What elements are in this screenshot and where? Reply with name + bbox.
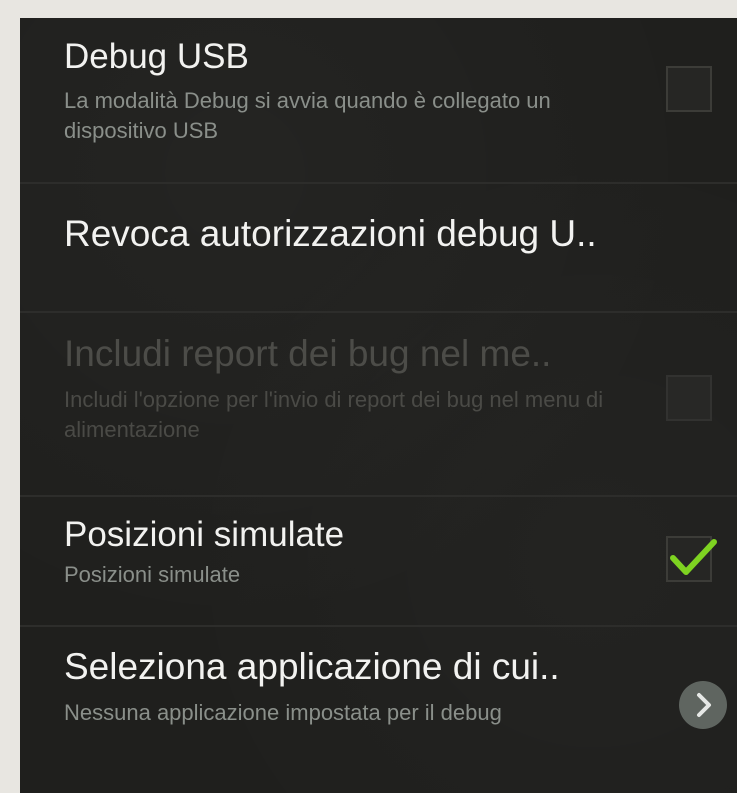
divider [20, 182, 737, 184]
debug-usb-checkbox[interactable] [666, 66, 712, 112]
chevron-right-icon [697, 693, 711, 717]
setting-summary: Nessuna applicazione impostata per il de… [64, 700, 502, 725]
setting-bug-report-in-power-menu: Includi report dei bug nel me.. Includi … [20, 333, 737, 445]
select-debug-app-button[interactable] [679, 681, 727, 729]
setting-title: Posizioni simulate [64, 515, 345, 554]
setting-title: Debug USB [64, 37, 249, 76]
setting-mock-locations[interactable]: Posizioni simulate Posizioni simulate [20, 514, 737, 590]
bug-report-checkbox [666, 375, 712, 421]
setting-summary: Includi l'opzione per l'invio di report … [64, 387, 604, 442]
setting-title: Revoca autorizzazioni debug U.. [64, 213, 597, 254]
divider [20, 625, 737, 627]
divider [20, 495, 737, 497]
setting-title: Seleziona applicazione di cui.. [64, 646, 560, 687]
divider [20, 311, 737, 313]
setting-revoke-usb-debug-authorizations[interactable]: Revoca autorizzazioni debug U.. [20, 213, 737, 255]
setting-select-debug-app[interactable]: Seleziona applicazione di cui.. Nessuna … [20, 646, 737, 728]
setting-debug-usb[interactable]: Debug USB La modalità Debug si avvia qua… [20, 36, 737, 146]
setting-summary: La modalità Debug si avvia quando è coll… [64, 88, 551, 143]
developer-options-panel: Debug USB La modalità Debug si avvia qua… [20, 18, 737, 793]
mock-locations-checkbox[interactable] [666, 536, 717, 582]
setting-title: Includi report dei bug nel me.. [64, 333, 552, 374]
check-icon [670, 539, 717, 575]
setting-summary: Posizioni simulate [64, 562, 241, 587]
